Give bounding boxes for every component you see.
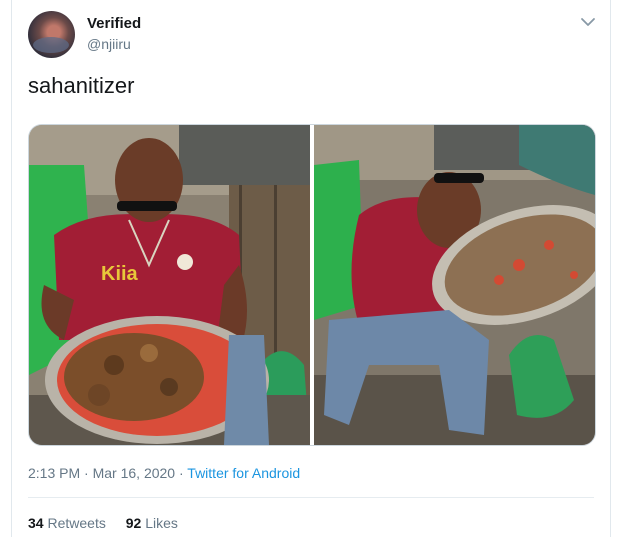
- retweets-stat[interactable]: 34 Retweets: [28, 515, 110, 531]
- likes-count: 92: [125, 515, 142, 531]
- photo-left[interactable]: Kiia: [29, 125, 310, 445]
- tweet-media[interactable]: Kiia: [28, 124, 596, 446]
- user-handle[interactable]: @njiiru: [87, 36, 131, 52]
- tweet-stats: 34 Retweets 92 Likes: [28, 515, 194, 531]
- tweet-time[interactable]: 2:13 PM: [28, 465, 80, 481]
- tweet-date[interactable]: Mar 16, 2020: [93, 465, 176, 481]
- likes-stat[interactable]: 92 Likes: [126, 515, 178, 531]
- likes-label: Likes: [145, 515, 178, 531]
- tweet-text: sahanitizer: [28, 73, 135, 98]
- tweet-meta: 2:13 PM · Mar 16, 2020 · Twitter for And…: [28, 465, 300, 481]
- retweets-label: Retweets: [47, 515, 106, 531]
- photo-right[interactable]: [314, 125, 595, 445]
- retweets-count: 34: [28, 515, 44, 531]
- chevron-down-icon[interactable]: [578, 12, 598, 32]
- display-name[interactable]: Verified: [87, 15, 141, 32]
- svg-text:Kiia: Kiia: [101, 263, 139, 285]
- avatar[interactable]: [28, 11, 75, 58]
- divider: [28, 497, 594, 498]
- tweet-card: Verified @njiiru sahanitizer Kiia 2:13 P…: [11, 0, 611, 537]
- tweet-source-link[interactable]: Twitter for Android: [187, 465, 300, 481]
- meta-separator: ·: [84, 465, 93, 481]
